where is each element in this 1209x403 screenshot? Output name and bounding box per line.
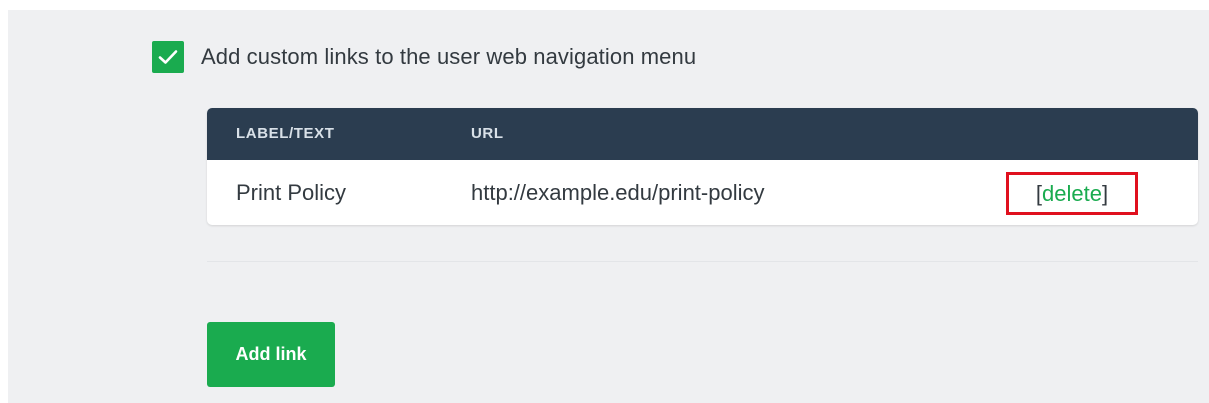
- link-label-cell: Print Policy: [236, 180, 347, 205]
- delete-link[interactable]: delete: [1042, 181, 1102, 207]
- custom-links-checkbox[interactable]: [152, 41, 184, 73]
- table-row: Print Policy http://example.edu/print-po…: [207, 160, 1198, 225]
- column-header-url: URL: [471, 125, 504, 142]
- add-link-button[interactable]: Add link: [207, 322, 335, 387]
- delete-bracket-close: ]: [1101, 180, 1109, 206]
- custom-links-label[interactable]: Add custom links to the user web navigat…: [201, 44, 696, 70]
- custom-links-option: Add custom links to the user web navigat…: [152, 39, 696, 75]
- custom-links-table: LABEL/TEXT URL Print Policy http://examp…: [207, 108, 1198, 225]
- check-icon: [158, 50, 178, 64]
- settings-panel: Add custom links to the user web navigat…: [8, 10, 1209, 403]
- column-header-label: LABEL/TEXT: [236, 125, 335, 142]
- section-divider: [207, 261, 1198, 262]
- delete-highlight-box: [delete]: [1006, 172, 1138, 215]
- link-url-cell: http://example.edu/print-policy: [471, 180, 765, 205]
- table-header: LABEL/TEXT URL: [207, 108, 1198, 160]
